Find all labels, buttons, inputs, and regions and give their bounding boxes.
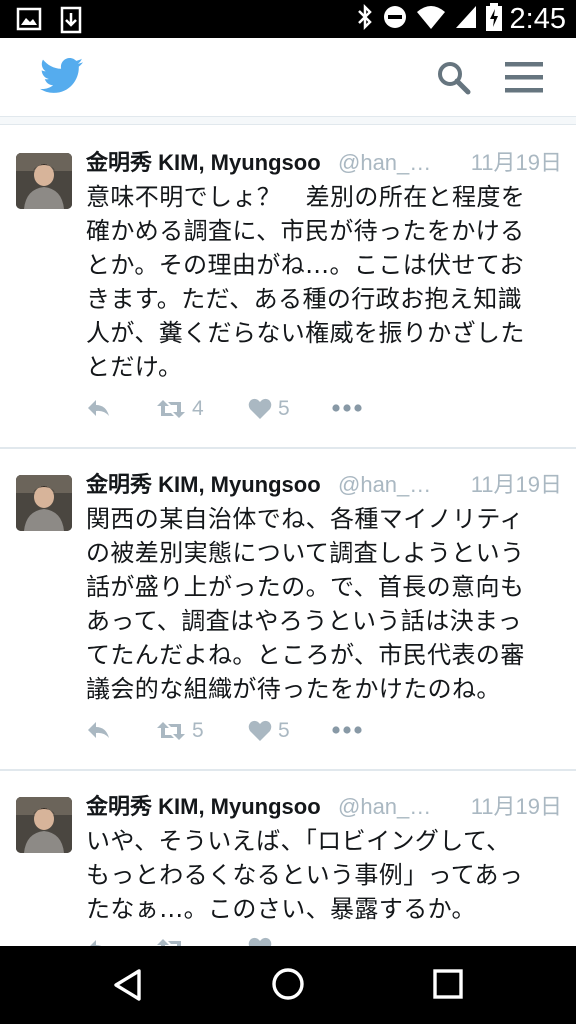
tweet-date[interactable]: 11月19日 (471, 148, 562, 178)
tweet[interactable]: 金明秀 KIM, Myungsoo @han_o… 11月19日 いや、そういえ… (0, 770, 576, 946)
reply-button[interactable] (86, 397, 112, 419)
more-button[interactable] (332, 725, 362, 735)
retweet-icon (157, 939, 181, 946)
navigation-bar (0, 946, 576, 1024)
tweet-actions (86, 937, 386, 946)
heart-icon (248, 937, 272, 946)
author-handle[interactable]: @han_o… (338, 148, 441, 178)
back-icon[interactable] (112, 968, 144, 1006)
tweet-date[interactable]: 11月19日 (471, 792, 562, 822)
avatar[interactable] (16, 153, 72, 209)
tweet-actions: 4 5 (86, 397, 386, 429)
retweet-icon (157, 400, 185, 418)
like-button[interactable]: 5 (248, 719, 290, 743)
reply-icon (88, 722, 109, 738)
hamburger-menu-icon[interactable] (505, 60, 543, 98)
avatar[interactable] (16, 475, 72, 531)
image-icon (16, 6, 42, 38)
retweet-button[interactable]: 5 (156, 719, 204, 743)
do-not-disturb-icon (382, 4, 408, 34)
search-icon[interactable] (436, 60, 472, 100)
author-handle[interactable]: @han_o… (338, 470, 441, 500)
battery-charging-icon (485, 3, 502, 35)
cell-signal-icon (454, 4, 478, 34)
recents-icon[interactable] (433, 969, 463, 1003)
retweet-button[interactable] (156, 937, 186, 946)
status-bar: 2:45 (0, 0, 576, 38)
app-header (0, 38, 576, 117)
tweet[interactable]: 金明秀 KIM, Myungsoo @han_o… 11月19日 関西の某自治体… (0, 448, 576, 770)
more-button[interactable] (332, 403, 362, 413)
more-icon (332, 404, 362, 412)
tweet-text: いや、そういえば、「ロビイングして、 もっとわるくなるという事例」ってあっ たな… (86, 827, 524, 923)
author-name[interactable]: 金明秀 KIM, Myungsoo (86, 150, 321, 175)
tweet-date[interactable]: 11月19日 (471, 470, 562, 500)
avatar[interactable] (16, 797, 72, 853)
twitter-bird-icon[interactable] (40, 58, 84, 98)
home-icon[interactable] (271, 967, 305, 1005)
author-handle[interactable]: @han_o… (338, 792, 441, 822)
reply-button[interactable] (86, 719, 112, 741)
clock: 2:45 (509, 3, 566, 35)
reply-icon (90, 940, 102, 946)
tweet-header: 金明秀 KIM, Myungsoo @han_o… 11月19日 (86, 148, 562, 180)
reply-button[interactable] (86, 937, 112, 946)
author-name[interactable]: 金明秀 KIM, Myungsoo (86, 472, 321, 497)
tweet-header: 金明秀 KIM, Myungsoo @han_o… 11月19日 (86, 470, 562, 502)
tweet[interactable]: 金明秀 KIM, Myungsoo @han_o… 11月19日 意味不明でしょ… (0, 124, 576, 448)
timeline[interactable]: 金明秀 KIM, Myungsoo @han_o… 11月19日 意味不明でしょ… (0, 120, 576, 946)
download-icon (60, 6, 82, 38)
retweet-icon (157, 722, 185, 740)
like-count: 5 (278, 719, 290, 742)
tweet-header: 金明秀 KIM, Myungsoo @han_o… 11月19日 (86, 792, 562, 824)
retweet-count: 5 (192, 719, 204, 742)
bluetooth-icon (356, 3, 374, 35)
retweet-count: 4 (192, 397, 204, 420)
reply-icon (88, 400, 109, 416)
heart-icon (248, 398, 272, 419)
like-button[interactable] (248, 937, 272, 946)
heart-icon (248, 720, 272, 741)
wifi-icon (416, 4, 446, 34)
like-count: 5 (278, 397, 290, 420)
tweet-text: 関西の某自治体でね、各種マイノリティ の被差別実態について調査しようという 話が… (86, 505, 525, 703)
retweet-button[interactable]: 4 (156, 397, 204, 421)
author-name[interactable]: 金明秀 KIM, Myungsoo (86, 794, 321, 819)
like-button[interactable]: 5 (248, 397, 290, 421)
tweet-text: 意味不明でしょ？ 差別の所在と程度を 確かめる調査に、市民が待ったをかける とか… (86, 183, 526, 381)
tweet-actions: 5 5 (86, 719, 386, 751)
more-icon (332, 726, 362, 734)
